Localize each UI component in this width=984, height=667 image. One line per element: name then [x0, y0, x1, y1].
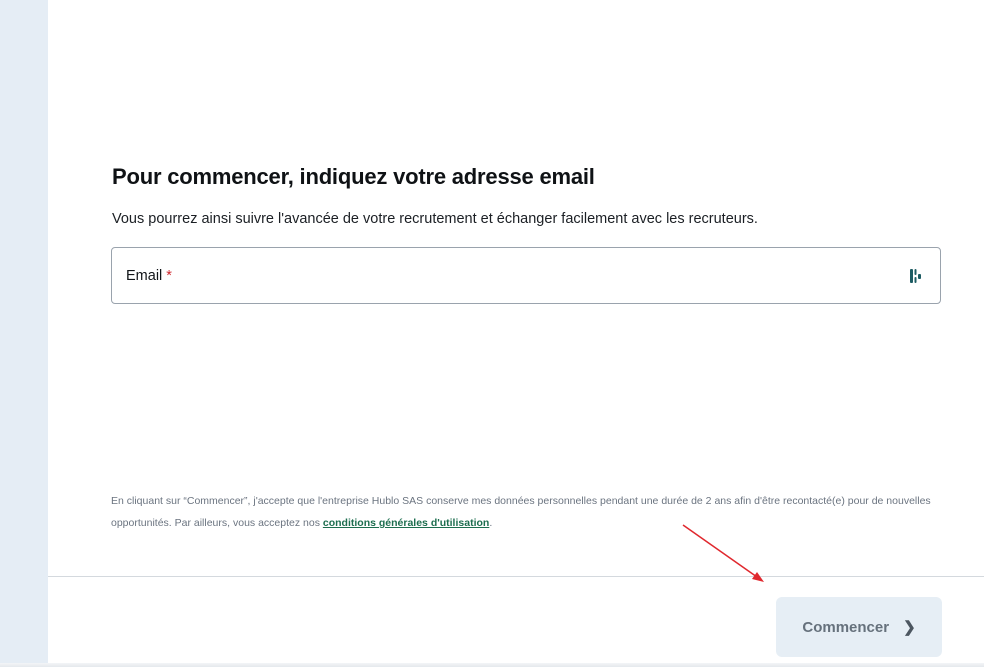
page-title: Pour commencer, indiquez votre adresse e… [112, 164, 595, 189]
terms-link[interactable]: conditions générales d'utilisation [323, 517, 489, 529]
legal-text-end: . [489, 517, 493, 529]
password-manager-icon[interactable] [910, 268, 922, 284]
legal-text: En cliquant sur “Commencer”, j'accepte q… [111, 495, 931, 529]
start-button-label: Commencer [802, 618, 890, 636]
email-input[interactable] [112, 248, 944, 305]
main-panel [48, 0, 984, 667]
page-subtitle: Vous pourrez ainsi suivre l'avancée de v… [112, 211, 758, 227]
email-field[interactable]: Email * [111, 247, 944, 305]
footer-divider [48, 576, 984, 577]
left-rail [0, 0, 48, 667]
legal-notice: En cliquant sur “Commencer”, j'accepte q… [111, 490, 941, 534]
start-button[interactable]: Commencer ❯ [776, 597, 942, 657]
bottom-edge [0, 663, 984, 667]
chevron-right-icon: ❯ [903, 619, 916, 636]
